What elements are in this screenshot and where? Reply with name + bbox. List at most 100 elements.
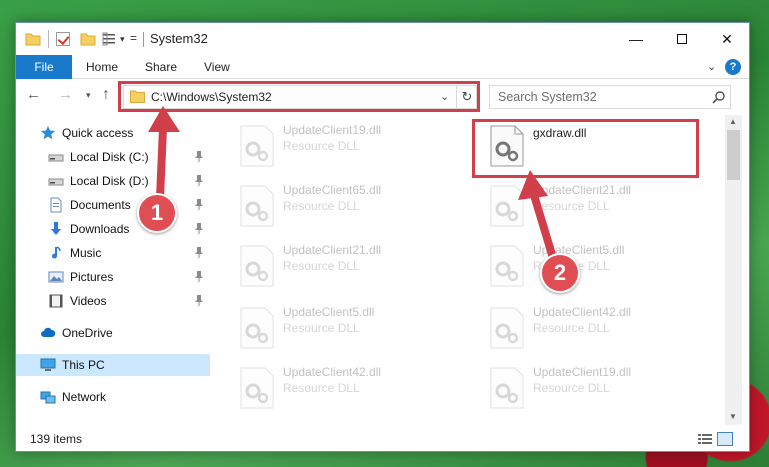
item-count: 139 items bbox=[30, 432, 83, 446]
address-bar-highlight bbox=[118, 81, 480, 112]
properties-list-icon[interactable] bbox=[102, 32, 116, 46]
drive-icon bbox=[48, 178, 64, 186]
file-name: UpdateClient19.dll bbox=[283, 123, 382, 137]
sidebar-item-label: OneDrive bbox=[62, 326, 113, 340]
forward-arrow-icon[interactable]: → bbox=[58, 86, 73, 103]
file-item[interactable]: UpdateClient5.dll Resource DLL bbox=[475, 237, 710, 289]
pin-icon[interactable] bbox=[194, 199, 204, 210]
dll-file-icon bbox=[240, 245, 274, 287]
downloads-icon bbox=[51, 222, 61, 235]
music-icon bbox=[52, 246, 61, 259]
onedrive-icon bbox=[41, 327, 56, 337]
navigation-pane: Quick access Local Disk (C:) Local Disk … bbox=[16, 117, 210, 417]
properties-check-icon[interactable] bbox=[56, 32, 70, 46]
pin-icon[interactable] bbox=[194, 223, 204, 234]
status-bar: 139 items bbox=[16, 427, 749, 451]
file-name: UpdateClient5.dll bbox=[533, 243, 625, 257]
up-arrow-icon[interactable]: ↑ bbox=[102, 86, 110, 104]
expand-ribbon-chevron-icon[interactable]: ⌄ bbox=[707, 60, 716, 73]
sidebar-item-this-pc[interactable]: This PC bbox=[16, 354, 210, 376]
file-type: Resource DLL bbox=[533, 199, 610, 213]
close-button[interactable]: ✕ bbox=[704, 23, 750, 55]
file-item[interactable]: UpdateClient42.dll Resource DLL bbox=[225, 359, 460, 411]
customize-toolbar-chevron-icon[interactable]: ▾ bbox=[120, 34, 125, 50]
file-name: UpdateClient42.dll bbox=[533, 305, 632, 319]
file-type: Resource DLL bbox=[533, 321, 610, 335]
sidebar-item-local-disk-c[interactable]: Local Disk (C:) bbox=[16, 146, 210, 168]
dll-file-icon bbox=[490, 307, 524, 349]
sidebar-item-documents[interactable]: Documents bbox=[16, 194, 210, 216]
customize-toolbar-menu-icon[interactable]: = bbox=[130, 31, 137, 47]
search-input[interactable]: Search System32 bbox=[498, 90, 597, 104]
minimize-icon: — bbox=[629, 31, 643, 47]
pin-icon[interactable] bbox=[194, 151, 204, 162]
sidebar-item-label: Documents bbox=[70, 198, 131, 212]
sidebar-item-onedrive[interactable]: OneDrive bbox=[16, 322, 210, 344]
star-icon bbox=[41, 126, 55, 140]
dll-file-icon bbox=[240, 125, 274, 167]
scrollbar-thumb[interactable] bbox=[727, 130, 740, 180]
vertical-scrollbar[interactable]: ▲ ▼ bbox=[725, 115, 742, 425]
sidebar-item-label: Local Disk (C:) bbox=[70, 150, 149, 164]
tab-view[interactable]: View bbox=[204, 55, 230, 79]
large-icons-view-icon[interactable] bbox=[717, 432, 733, 446]
back-arrow-icon[interactable]: ← bbox=[26, 86, 41, 103]
pictures-icon bbox=[48, 271, 64, 283]
file-name: UpdateClient5.dll bbox=[283, 305, 375, 319]
file-type: Resource DLL bbox=[283, 139, 360, 153]
scroll-up-arrow-icon[interactable]: ▲ bbox=[729, 117, 737, 126]
maximize-button[interactable] bbox=[659, 23, 705, 55]
title-separator bbox=[143, 32, 144, 47]
drive-icon bbox=[48, 154, 64, 162]
recent-locations-chevron-icon[interactable]: ▾ bbox=[86, 90, 91, 101]
sidebar-item-music[interactable]: Music bbox=[16, 242, 210, 264]
new-folder-icon[interactable] bbox=[80, 31, 96, 47]
file-name: UpdateClient42.dll bbox=[283, 365, 382, 379]
file-type: Resource DLL bbox=[533, 381, 610, 395]
search-icon[interactable] bbox=[712, 90, 726, 104]
file-item[interactable]: UpdateClient5.dll Resource DLL bbox=[225, 299, 460, 351]
file-name: UpdateClient65.dll bbox=[283, 183, 382, 197]
file-name: UpdateClient19.dll bbox=[533, 365, 632, 379]
file-item[interactable]: UpdateClient21.dll Resource DLL bbox=[225, 237, 460, 289]
sidebar-item-videos[interactable]: Videos bbox=[16, 290, 210, 312]
close-icon: ✕ bbox=[721, 30, 733, 47]
pin-icon[interactable] bbox=[194, 295, 204, 306]
dll-file-icon bbox=[490, 245, 524, 287]
dll-file-icon bbox=[490, 185, 524, 227]
file-item[interactable]: UpdateClient19.dll Resource DLL bbox=[225, 117, 460, 169]
file-item[interactable]: UpdateClient21.dll Resource DLL bbox=[475, 177, 710, 229]
sidebar-item-downloads[interactable]: Downloads bbox=[16, 218, 210, 240]
sidebar-item-label: Videos bbox=[70, 294, 107, 308]
file-type: Resource DLL bbox=[283, 199, 360, 213]
ribbon-tabs: File Home Share View ⌄ ? bbox=[16, 55, 749, 79]
details-view-icon[interactable] bbox=[698, 433, 712, 445]
file-item[interactable]: UpdateClient42.dll Resource DLL bbox=[475, 299, 710, 351]
minimize-button[interactable]: — bbox=[613, 23, 659, 55]
sidebar-item-label: Pictures bbox=[70, 270, 114, 284]
sidebar-item-label: Network bbox=[62, 390, 107, 404]
folder-icon[interactable] bbox=[25, 31, 41, 47]
dll-file-icon bbox=[490, 367, 524, 409]
help-icon[interactable]: ? bbox=[725, 59, 741, 75]
sidebar-item-local-disk-d[interactable]: Local Disk (D:) bbox=[16, 170, 210, 192]
pin-icon[interactable] bbox=[194, 271, 204, 282]
documents-icon bbox=[50, 197, 62, 213]
dll-file-icon bbox=[240, 307, 274, 349]
sidebar-item-pictures[interactable]: Pictures bbox=[16, 266, 210, 288]
pin-icon[interactable] bbox=[194, 175, 204, 186]
step-2-badge: 2 bbox=[540, 253, 580, 293]
sidebar-item-label: Music bbox=[70, 246, 102, 260]
tab-home[interactable]: Home bbox=[86, 55, 118, 79]
sidebar-item-network[interactable]: Network bbox=[16, 386, 210, 408]
search-box[interactable]: Search System32 bbox=[489, 85, 731, 109]
tab-share[interactable]: Share bbox=[145, 55, 177, 79]
scroll-down-arrow-icon[interactable]: ▼ bbox=[729, 412, 737, 421]
dll-file-icon bbox=[240, 367, 274, 409]
file-item[interactable]: UpdateClient65.dll Resource DLL bbox=[225, 177, 460, 229]
tab-file[interactable]: File bbox=[16, 55, 72, 79]
pin-icon[interactable] bbox=[194, 247, 204, 258]
file-item[interactable]: UpdateClient19.dll Resource DLL bbox=[475, 359, 710, 411]
sidebar-item-quick-access[interactable]: Quick access bbox=[16, 122, 210, 144]
file-type: Resource DLL bbox=[283, 259, 360, 273]
